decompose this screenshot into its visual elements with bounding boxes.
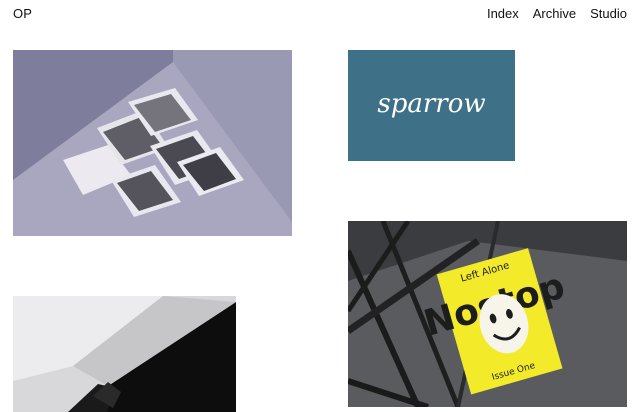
nav-link-index[interactable]: Index <box>487 6 519 21</box>
project-tile-sculpture[interactable] <box>13 296 236 412</box>
left-alone-image: Left Alone Nostop Issue One <box>348 221 627 407</box>
main-nav: Index Archive Studio <box>487 6 627 21</box>
sculpture-image <box>13 296 236 412</box>
site-header: OP Index Archive Studio <box>0 0 640 32</box>
project-tile-sparrow[interactable]: sparrow <box>348 50 515 161</box>
sparrow-wordmark: sparrow <box>377 89 485 119</box>
project-tile-photo-cards[interactable] <box>13 50 292 236</box>
photo-cards-image <box>13 50 292 236</box>
sparrow-image: sparrow <box>348 50 515 161</box>
site-logo[interactable]: OP <box>13 6 32 21</box>
nav-link-archive[interactable]: Archive <box>533 6 576 21</box>
project-tile-left-alone[interactable]: Left Alone Nostop Issue One <box>348 221 627 407</box>
nav-link-studio[interactable]: Studio <box>590 6 627 21</box>
